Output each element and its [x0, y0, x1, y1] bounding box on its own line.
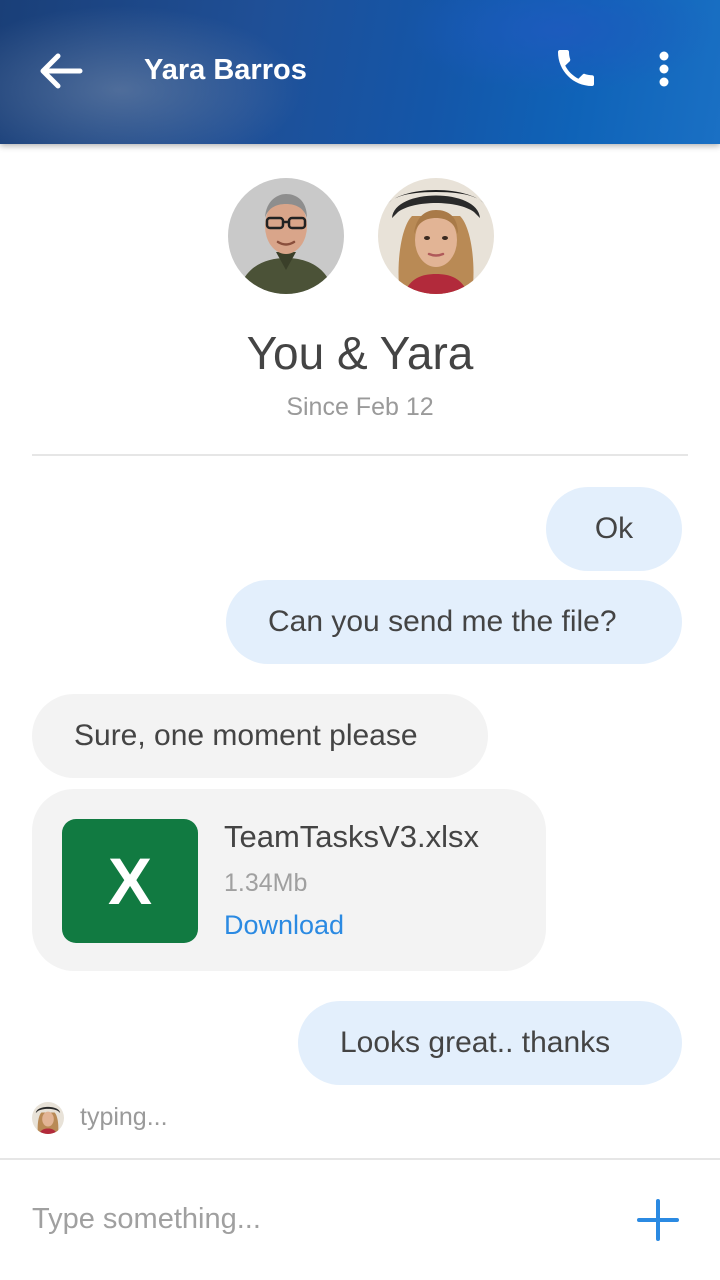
back-button[interactable] [36, 48, 88, 94]
excel-file-icon: X [62, 819, 198, 943]
outgoing-message[interactable]: Ok [546, 487, 682, 571]
download-link[interactable]: Download [224, 907, 344, 943]
file-size: 1.34Mb [224, 869, 308, 897]
arrow-left-icon [40, 53, 83, 89]
avatar-you [228, 178, 344, 294]
contact-name-title: Yara Barros [144, 54, 307, 86]
file-name: TeamTasksV3.xlsx [224, 819, 479, 854]
app-bar: Yara Barros [0, 0, 720, 144]
conversation-since-date: Since Feb 12 [286, 393, 434, 421]
file-attachment-message[interactable]: X TeamTasksV3.xlsx 1.34Mb Download [32, 789, 546, 971]
add-attachment-button[interactable] [636, 1198, 680, 1242]
typing-indicator: typing... [80, 1103, 168, 1131]
conversation-title: You & Yara [246, 327, 474, 379]
call-button[interactable] [552, 44, 600, 92]
typing-avatar [32, 1102, 64, 1134]
phone-icon [558, 50, 594, 86]
more-vertical-icon [659, 51, 669, 87]
composer-divider [0, 1158, 720, 1160]
avatar-yara [378, 178, 494, 294]
incoming-message[interactable]: Sure, one moment please [32, 694, 488, 778]
header-divider [32, 454, 688, 456]
outgoing-message[interactable]: Can you send me the file? [226, 580, 682, 664]
message-input[interactable] [32, 1196, 592, 1242]
plus-icon [637, 1199, 679, 1241]
outgoing-message[interactable]: Looks great.. thanks [298, 1001, 682, 1085]
more-options-button[interactable] [646, 46, 682, 92]
